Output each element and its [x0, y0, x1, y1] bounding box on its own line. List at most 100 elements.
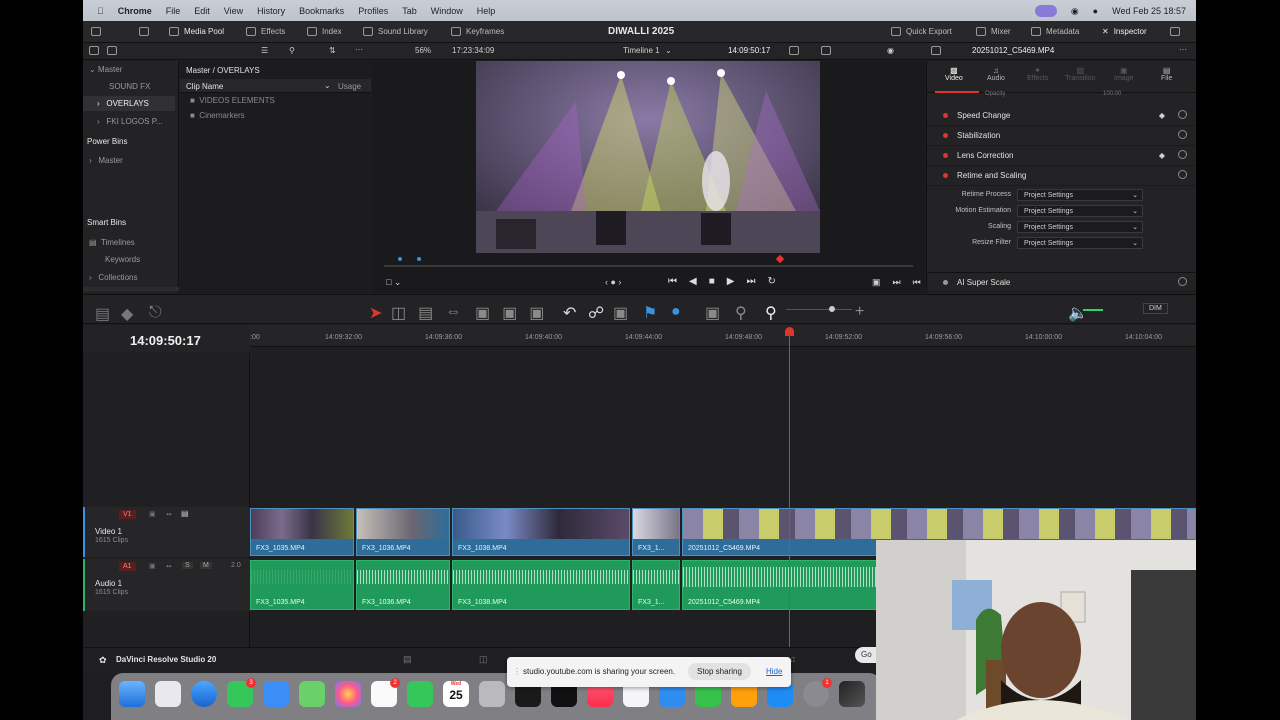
- color-picker-icon[interactable]: ◉: [887, 46, 894, 55]
- bins-scrollbar[interactable]: [83, 287, 179, 291]
- snapping-icon[interactable]: ◆: [121, 304, 133, 324]
- bin-overlays[interactable]: › OVERLAYS: [97, 99, 149, 108]
- overwrite-clip-icon[interactable]: ▣: [502, 303, 517, 323]
- datetime[interactable]: Wed Feb 25 18:57: [1112, 6, 1186, 16]
- video-frame[interactable]: [476, 61, 820, 253]
- contacts-icon[interactable]: [479, 681, 505, 707]
- menu-view[interactable]: View: [224, 6, 243, 16]
- clip-name-column[interactable]: Clip Name: [186, 82, 223, 91]
- loop-icon[interactable]: ↻: [767, 276, 775, 287]
- skip-start-icon[interactable]: ⏮: [668, 276, 677, 287]
- section-stabilization[interactable]: Stabilization: [927, 126, 1196, 146]
- audio-clip[interactable]: FX3_1...: [632, 560, 680, 610]
- folder-videos-elements[interactable]: ■ VIDEOS ELEMENTS: [190, 96, 275, 105]
- reset-icon[interactable]: [1178, 130, 1187, 139]
- media-page-icon[interactable]: ▤: [403, 654, 412, 665]
- facetime-icon[interactable]: [407, 681, 433, 707]
- toggle-icon[interactable]: [943, 113, 948, 118]
- zoom-slider[interactable]: [786, 309, 852, 310]
- smart-bin-collections[interactable]: › Collections: [89, 273, 137, 282]
- lock-icon[interactable]: ▣: [149, 562, 156, 570]
- video-clip[interactable]: FX3_1036.MP4: [356, 508, 450, 556]
- opacity-value[interactable]: 100.00: [1103, 91, 1121, 97]
- bin-fki-logos[interactable]: › FKI LOGOS P...: [97, 117, 163, 126]
- tab-transition[interactable]: ▧ Transition: [1065, 66, 1095, 82]
- toggle-icon[interactable]: [943, 280, 948, 285]
- audio-clip[interactable]: FX3_1038.MP4: [452, 560, 630, 610]
- link-icon[interactable]: ☍: [588, 303, 604, 323]
- playhead-icon[interactable]: [775, 254, 785, 264]
- safari-icon[interactable]: [191, 681, 217, 707]
- apple-icon[interactable]: : [97, 6, 104, 16]
- retime-process-select[interactable]: Project Settings ⌄: [1017, 189, 1143, 201]
- keyframe-icon[interactable]: ◆: [1159, 151, 1165, 160]
- timeline-playhead[interactable]: [789, 333, 790, 647]
- video-clip[interactable]: FX3_1038.MP4: [452, 508, 630, 556]
- zoom-in-icon[interactable]: +: [855, 303, 864, 321]
- metadata-button[interactable]: Metadata: [1031, 27, 1079, 36]
- flag-icon[interactable]: ⚑: [643, 303, 657, 323]
- menu-window[interactable]: Window: [431, 6, 463, 16]
- scrub-bar[interactable]: [384, 265, 913, 267]
- marker-icon[interactable]: [398, 257, 402, 261]
- zoom-custom-icon[interactable]: ⚲: [765, 303, 777, 323]
- trim-tool-icon[interactable]: ◫: [391, 303, 406, 323]
- track-header-a1[interactable]: A1 ▣ ⇔ S M 2.0 Audio 1 1615 Clips: [83, 559, 250, 611]
- menu-tab[interactable]: Tab: [402, 6, 417, 16]
- menu-edit[interactable]: Edit: [194, 6, 210, 16]
- play-icon[interactable]: ▶: [727, 276, 735, 287]
- inspector-button[interactable]: ✕ Inspector: [1102, 27, 1147, 36]
- menu-app[interactable]: Chrome: [118, 6, 152, 16]
- motion-estimation-select[interactable]: Project Settings ⌄: [1017, 205, 1143, 217]
- toggle-icon[interactable]: [943, 153, 948, 158]
- snap-icon[interactable]: ↶: [563, 303, 576, 323]
- jog-control[interactable]: ‹ ● ›: [605, 277, 621, 287]
- track-tag-v1[interactable]: V1: [119, 510, 136, 519]
- effects-button[interactable]: Effects: [246, 27, 285, 36]
- tab-video[interactable]: ▩ Video: [945, 66, 963, 82]
- prev-edit-icon[interactable]: ⏮: [913, 277, 921, 288]
- section-retime-scaling[interactable]: Retime and Scaling: [927, 166, 1196, 186]
- reset-icon[interactable]: [1178, 110, 1187, 119]
- track-tag-a1[interactable]: A1: [119, 562, 136, 571]
- viewer-mode-icon[interactable]: [821, 46, 831, 57]
- zoom-level[interactable]: 56%: [415, 46, 431, 55]
- menu-history[interactable]: History: [257, 6, 285, 16]
- menu-help[interactable]: Help: [477, 6, 496, 16]
- search-icon[interactable]: ⚲: [289, 46, 295, 55]
- keyframes-button[interactable]: Keyframes: [451, 27, 504, 36]
- collapse-icon[interactable]: [139, 27, 149, 36]
- launchpad-icon[interactable]: [155, 681, 181, 707]
- smart-bin-keywords[interactable]: Keywords: [105, 255, 140, 264]
- auto-select-icon[interactable]: ⇔: [165, 509, 173, 518]
- hide-link[interactable]: Hide: [766, 667, 782, 676]
- speaker-icon[interactable]: 🔈: [1068, 303, 1088, 323]
- mute-button[interactable]: M: [200, 562, 212, 569]
- smart-bin-timelines[interactable]: ▤ Timelines: [89, 238, 135, 247]
- zoom-detail-icon[interactable]: ⚲: [735, 303, 747, 323]
- sound-library-button[interactable]: Sound Library: [363, 27, 428, 36]
- zoom-slider-thumb[interactable]: [829, 306, 835, 312]
- usage-column[interactable]: Usage: [338, 82, 361, 91]
- selection-tool-icon[interactable]: ➤: [369, 303, 382, 323]
- scaling-select[interactable]: Project Settings ⌄: [1017, 221, 1143, 233]
- tab-image[interactable]: ▣ Image: [1114, 66, 1133, 82]
- collapse-right-icon[interactable]: [1170, 27, 1180, 36]
- section-speed-change[interactable]: Speed Change ◆: [927, 106, 1196, 126]
- finder-icon[interactable]: [119, 681, 145, 707]
- reminders-icon[interactable]: 2: [371, 678, 400, 707]
- maps-icon[interactable]: [299, 681, 325, 707]
- link-icon[interactable]: [107, 46, 117, 57]
- list-view-icon[interactable]: ☰: [261, 46, 268, 55]
- timeline-ruler[interactable]: :00 14:09:32:00 14:09:36:00 14:09:40:00 …: [250, 325, 1196, 347]
- stop-icon[interactable]: ■: [709, 276, 715, 287]
- volume-slider[interactable]: [1083, 309, 1103, 311]
- inspector-more-icon[interactable]: ···: [1179, 45, 1187, 54]
- panel-icon[interactable]: [89, 46, 99, 57]
- audio-clip[interactable]: FX3_1036.MP4: [356, 560, 450, 610]
- sort-icon[interactable]: ⇅: [329, 46, 336, 55]
- screen-share-icon[interactable]: [1034, 5, 1057, 17]
- folder-cinemarkers[interactable]: ■ Cinemarkers: [190, 111, 245, 120]
- reset-icon[interactable]: [1178, 170, 1187, 179]
- reset-icon[interactable]: [1178, 277, 1187, 286]
